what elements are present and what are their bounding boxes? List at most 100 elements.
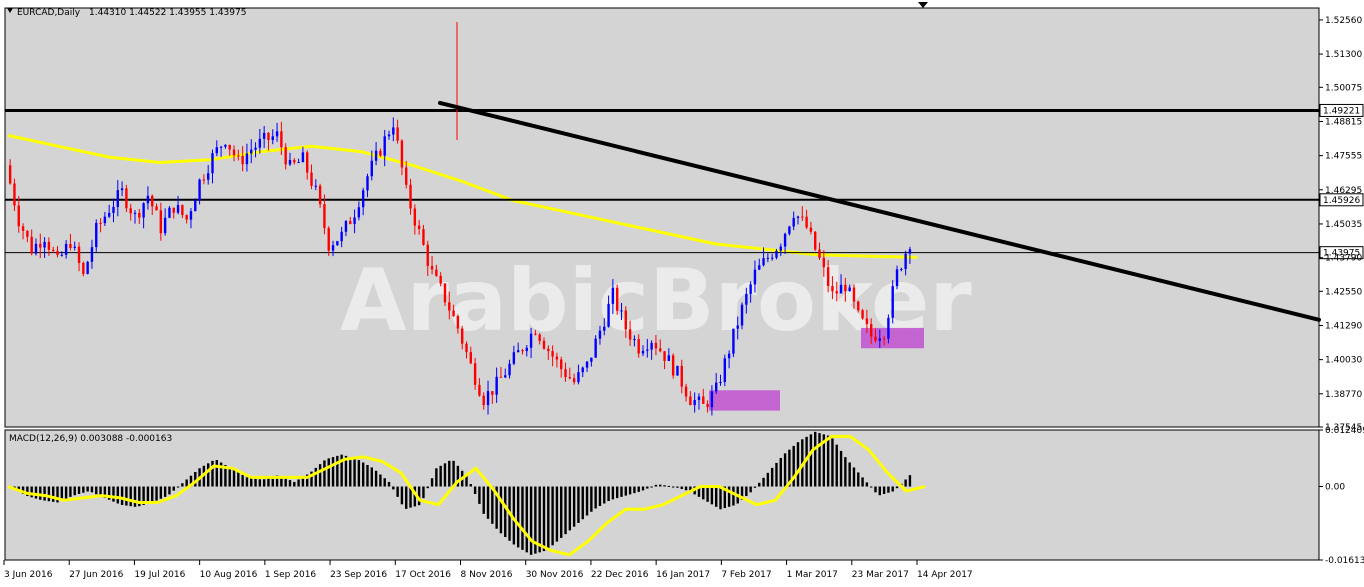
macd-histogram-bar — [620, 486, 623, 497]
macd-histogram-bar — [430, 478, 434, 487]
macd-histogram-bar — [267, 478, 270, 487]
macd-axis-label: 0.012409 — [1325, 426, 1364, 436]
price-pane[interactable] — [4, 7, 1320, 428]
candle-body — [732, 328, 735, 354]
candle-body — [749, 284, 752, 294]
candle-body — [146, 195, 150, 204]
candle-body — [224, 144, 227, 147]
candle-body — [297, 162, 300, 164]
candle-body — [142, 203, 145, 218]
candle-body — [714, 382, 718, 392]
candle-body — [835, 291, 838, 294]
candle-body — [740, 304, 744, 326]
candle-body — [194, 200, 197, 212]
macd-histogram-bar — [250, 478, 253, 487]
candle-body — [547, 348, 550, 352]
macd-histogram-bar — [796, 442, 800, 487]
candle-body — [895, 269, 899, 287]
candle-body — [826, 267, 830, 286]
macd-histogram-bar — [43, 486, 46, 501]
candle-body — [133, 212, 137, 214]
macd-histogram-bar — [835, 444, 838, 487]
candle-body — [357, 207, 361, 218]
candle-body — [344, 221, 348, 232]
candle-body — [280, 131, 283, 148]
candle-body — [667, 355, 671, 361]
candle-body — [478, 384, 481, 396]
candle-body — [857, 301, 860, 311]
macd-histogram-bar — [34, 486, 38, 499]
candle-body — [155, 206, 158, 211]
macd-histogram-bar — [874, 486, 877, 493]
candle-body — [288, 159, 292, 165]
macd-histogram-bar — [745, 486, 748, 497]
candle-body — [775, 250, 778, 258]
candle-body — [353, 217, 356, 224]
price-axis-label: 1.41290 — [1325, 321, 1362, 331]
candle-body — [650, 342, 653, 350]
macd-histogram-bar — [603, 486, 606, 504]
candle-body — [641, 350, 645, 354]
candle-body — [73, 246, 76, 248]
macd-histogram-bar — [176, 486, 180, 488]
macd-histogram-bar — [904, 479, 907, 487]
candle-body — [426, 244, 429, 266]
candle-body — [882, 338, 886, 340]
macd-histogram-bar — [400, 486, 404, 505]
macd-histogram-bar — [529, 486, 533, 555]
macd-histogram-bar — [891, 486, 894, 492]
candle-body — [383, 136, 386, 156]
macd-histogram-bar — [245, 477, 249, 487]
time-axis-label: 30 Nov 2016 — [526, 570, 584, 580]
macd-histogram-bar — [331, 457, 335, 487]
price-axis-label: 1.51300 — [1325, 50, 1362, 60]
macd-histogram-bar — [809, 434, 813, 487]
candle-body — [572, 378, 576, 383]
macd-histogram-bar — [861, 477, 864, 487]
macd-histogram-bar — [129, 486, 132, 507]
price-axis-label: 1.52560 — [1325, 16, 1362, 26]
candle-body — [615, 287, 619, 311]
macd-histogram-bar — [366, 464, 369, 487]
macd-histogram-bar — [590, 486, 593, 512]
candle-body — [504, 375, 507, 378]
candle-body — [275, 131, 279, 137]
macd-histogram-bar — [555, 486, 559, 542]
macd-histogram-bar — [155, 486, 158, 501]
macd-histogram-bar — [646, 486, 649, 489]
macd-histogram-bar — [826, 435, 830, 487]
time-axis-label: 17 Oct 2016 — [395, 570, 451, 580]
candle-body — [908, 249, 912, 254]
candle-body — [779, 246, 782, 251]
candle-body — [706, 403, 709, 408]
macd-histogram-bar — [611, 486, 615, 500]
macd-histogram-bar — [676, 486, 679, 488]
time-axis-label: 1 Sep 2016 — [265, 570, 317, 580]
candle-body — [331, 245, 335, 251]
macd-histogram-bar — [293, 481, 296, 487]
candle-body — [301, 152, 305, 163]
candle-body — [628, 329, 632, 340]
candle-body — [607, 303, 610, 327]
macd-histogram-bar — [714, 486, 718, 507]
candle-body — [138, 212, 141, 218]
candle-body — [620, 310, 623, 312]
candle-body — [611, 287, 615, 304]
candle-body — [422, 229, 425, 245]
macd-histogram-bar — [753, 486, 757, 488]
candle-body — [874, 336, 877, 341]
macd-histogram-bar — [564, 486, 567, 535]
macd-histogram-bar — [839, 450, 843, 487]
macd-histogram-bar — [232, 469, 236, 487]
macd-histogram-bar — [594, 486, 597, 509]
macd-histogram-bar — [172, 486, 175, 491]
macd-histogram-bar — [878, 486, 881, 496]
candle-body — [374, 150, 378, 161]
candle-body — [577, 372, 580, 383]
macd-histogram-bar — [857, 472, 860, 487]
candle-body — [86, 261, 89, 274]
candle-body — [904, 253, 907, 269]
candle-body — [659, 348, 662, 352]
macd-histogram-bar — [206, 463, 210, 487]
macd-pane[interactable] — [4, 429, 1320, 561]
